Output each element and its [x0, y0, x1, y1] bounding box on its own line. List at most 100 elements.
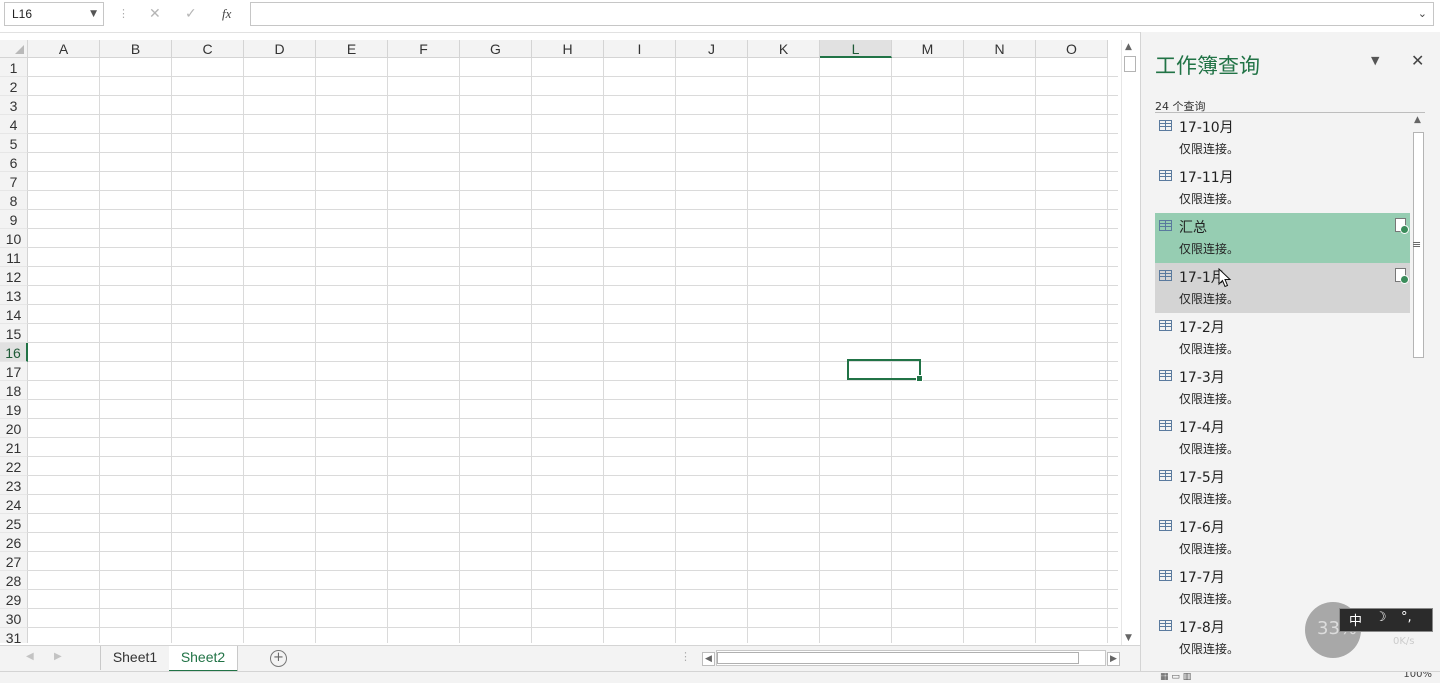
row-header-31[interactable]: 31 [0, 628, 28, 643]
row-header-23[interactable]: 23 [0, 476, 28, 495]
select-all-button[interactable] [0, 40, 28, 58]
column-header-k[interactable]: K [748, 40, 820, 58]
row-header-10[interactable]: 10 [0, 229, 28, 248]
query-name: 17-11月 [1179, 170, 1234, 186]
confirm-edit-icon[interactable]: ✓ [185, 6, 197, 22]
row-header-3[interactable]: 3 [0, 96, 28, 115]
row-header-15[interactable]: 15 [0, 324, 28, 343]
formula-bar-grip-icon[interactable]: ⋮ [118, 7, 129, 20]
row-header-19[interactable]: 19 [0, 400, 28, 419]
add-sheet-icon[interactable]: + [270, 650, 287, 667]
tab-sheet1[interactable]: Sheet1 [100, 646, 170, 670]
formula-input[interactable]: ⌄ [250, 2, 1434, 26]
row-header-30[interactable]: 30 [0, 609, 28, 628]
row-header-12[interactable]: 12 [0, 267, 28, 286]
refresh-query-icon[interactable] [1395, 218, 1409, 234]
row-header-1[interactable]: 1 [0, 58, 28, 77]
worksheet-grid[interactable]: ABCDEFGHIJKLMNO 1 2 3 4 5 6 7 8 9 10 11 12 13 14 15 16 1… [0, 40, 1118, 643]
pane-options-icon[interactable]: ▼ [1371, 54, 1379, 67]
query-item[interactable]: 17-2月 仅限连接。 [1155, 313, 1410, 363]
row-header-9[interactable]: 9 [0, 210, 28, 229]
name-box[interactable]: L16 ▼ [4, 2, 104, 26]
tab-sheet2[interactable]: Sheet2 [169, 646, 238, 673]
query-item[interactable]: 17-6月 仅限连接。 [1155, 513, 1410, 563]
view-mode-icons[interactable]: ▦ ▭ ▥ [1160, 672, 1191, 682]
pane-scroll-up-icon[interactable]: ▲ [1414, 115, 1421, 125]
query-item[interactable]: 17-5月 仅限连接。 [1155, 463, 1410, 513]
row-header-6[interactable]: 6 [0, 153, 28, 172]
query-item[interactable]: 17-1月 仅限连接。 [1155, 263, 1410, 313]
query-item[interactable]: 17-4月 仅限连接。 [1155, 413, 1410, 463]
column-header-l[interactable]: L [820, 40, 892, 58]
tab-split-grip-icon[interactable]: ⋮ [680, 650, 691, 663]
row-header-4[interactable]: 4 [0, 115, 28, 134]
scroll-left-icon[interactable]: ◀ [702, 652, 715, 666]
cancel-edit-icon[interactable]: ✕ [149, 6, 161, 22]
column-header-m[interactable]: M [892, 40, 964, 58]
row-header-16[interactable]: 16 [0, 343, 28, 362]
query-status: 仅限连接。 [1179, 542, 1240, 556]
cell-area[interactable] [28, 58, 1118, 643]
row-header-20[interactable]: 20 [0, 419, 28, 438]
column-header-d[interactable]: D [244, 40, 316, 58]
row-header-18[interactable]: 18 [0, 381, 28, 400]
row-header-24[interactable]: 24 [0, 495, 28, 514]
row-header-13[interactable]: 13 [0, 286, 28, 305]
vertical-scrollbar[interactable]: ▲ ▼ [1121, 40, 1139, 645]
row-header-2[interactable]: 2 [0, 77, 28, 96]
query-status: 仅限连接。 [1179, 292, 1240, 306]
row-header-25[interactable]: 25 [0, 514, 28, 533]
row-header-22[interactable]: 22 [0, 457, 28, 476]
horizontal-scroll-thumb[interactable] [717, 652, 1079, 664]
pane-resize-grip-icon[interactable]: ≡ [1412, 238, 1421, 251]
fill-handle[interactable] [916, 375, 923, 382]
active-cell[interactable] [847, 359, 923, 382]
scroll-up-icon[interactable]: ▲ [1125, 42, 1132, 52]
row-header-29[interactable]: 29 [0, 590, 28, 609]
column-header-o[interactable]: O [1036, 40, 1108, 58]
row-header-5[interactable]: 5 [0, 134, 28, 153]
row-header-21[interactable]: 21 [0, 438, 28, 457]
column-header-n[interactable]: N [964, 40, 1036, 58]
next-sheet-icon[interactable]: ▶ [54, 651, 62, 662]
ime-mode-label[interactable]: 中 [1349, 610, 1362, 629]
row-header-28[interactable]: 28 [0, 571, 28, 590]
close-icon[interactable]: ✕ [1411, 51, 1424, 70]
divider [1155, 112, 1425, 113]
row-header-7[interactable]: 7 [0, 172, 28, 191]
row-header-8[interactable]: 8 [0, 191, 28, 210]
row-header-26[interactable]: 26 [0, 533, 28, 552]
column-header-i[interactable]: I [604, 40, 676, 58]
zoom-level[interactable]: 100% [1403, 672, 1432, 680]
row-header-27[interactable]: 27 [0, 552, 28, 571]
column-header-a[interactable]: A [28, 40, 100, 58]
query-item[interactable]: 17-11月 仅限连接。 [1155, 163, 1410, 213]
horizontal-scroll-track[interactable] [716, 650, 1106, 666]
row-header-17[interactable]: 17 [0, 362, 28, 381]
moon-icon[interactable]: ☽ [1375, 610, 1387, 625]
ime-overlay-widget[interactable]: 33% 中 ☽ °, 0K/s [1303, 600, 1433, 658]
query-item[interactable]: 17-10月 仅限连接。 [1155, 114, 1410, 163]
punctuation-icon[interactable]: °, [1401, 610, 1412, 625]
scroll-down-icon[interactable]: ▼ [1125, 633, 1132, 643]
row-header-11[interactable]: 11 [0, 248, 28, 267]
row-header-14[interactable]: 14 [0, 305, 28, 324]
refresh-query-icon[interactable] [1395, 268, 1409, 284]
expand-formula-bar-icon[interactable]: ⌄ [1418, 7, 1427, 20]
column-header-c[interactable]: C [172, 40, 244, 58]
insert-function-icon[interactable]: fx [222, 6, 231, 22]
column-header-j[interactable]: J [676, 40, 748, 58]
scroll-right-icon[interactable]: ▶ [1107, 652, 1120, 666]
column-header-b[interactable]: B [100, 40, 172, 58]
query-item[interactable]: 17-3月 仅限连接。 [1155, 363, 1410, 413]
column-header-h[interactable]: H [532, 40, 604, 58]
vertical-scroll-thumb[interactable] [1124, 56, 1136, 72]
pane-scrollbar[interactable]: ▲ [1411, 114, 1427, 671]
query-item[interactable]: 汇总 仅限连接。 [1155, 213, 1410, 263]
column-header-g[interactable]: G [460, 40, 532, 58]
horizontal-scrollbar[interactable]: ◀ ▶ [700, 650, 1120, 666]
name-box-dropdown-icon[interactable]: ▼ [90, 9, 97, 19]
prev-sheet-icon[interactable]: ◀ [26, 651, 34, 662]
column-header-f[interactable]: F [388, 40, 460, 58]
column-header-e[interactable]: E [316, 40, 388, 58]
